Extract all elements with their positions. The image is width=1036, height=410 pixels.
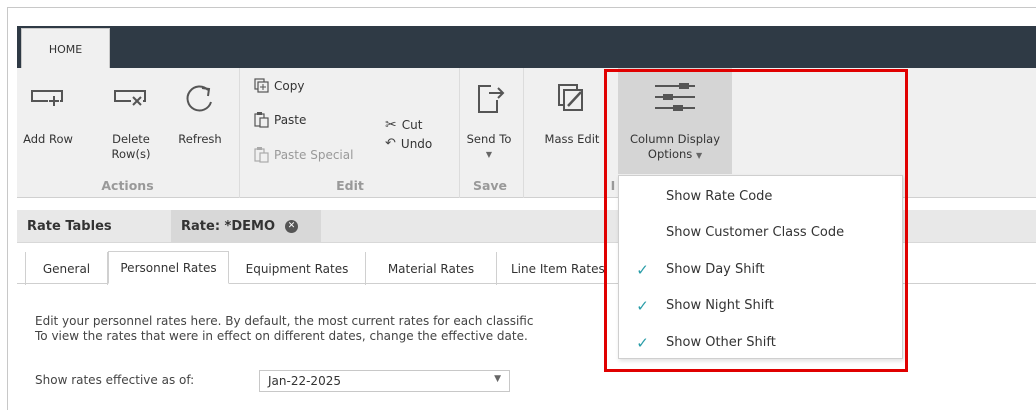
- undo-icon: ↶: [385, 136, 396, 151]
- subtab-personnel-rates[interactable]: Personnel Rates: [108, 251, 229, 284]
- subtab-general[interactable]: General: [25, 252, 108, 285]
- menu-item-label: Show Night Shift: [666, 298, 774, 313]
- menu-item-show-other-shift[interactable]: ✓ Show Other Shift: [619, 324, 902, 361]
- subtab-equipment-rates[interactable]: Equipment Rates: [229, 252, 366, 285]
- info-text-line-1: Edit your personnel rates here. By defau…: [35, 314, 534, 328]
- menu-item-label: Show Rate Code: [666, 189, 773, 204]
- paste-button[interactable]: Paste: [254, 111, 306, 128]
- paste-special-icon: [254, 147, 269, 163]
- tab-rate-tables[interactable]: Rate Tables: [17, 210, 171, 243]
- menu-item-label: Show Day Shift: [666, 262, 765, 277]
- undo-label: Undo: [400, 136, 433, 151]
- delete-rows-button[interactable]: Delete Row(s): [106, 82, 156, 162]
- close-icon[interactable]: ✕: [285, 220, 298, 233]
- mass-edit-icon: [558, 84, 583, 111]
- check-icon: ✓: [636, 296, 649, 315]
- ribbon-separator: [523, 68, 524, 198]
- sliders-icon: [655, 83, 695, 111]
- cut-label: Cut: [401, 118, 423, 132]
- delete-row-icon: [114, 90, 146, 106]
- delete-rows-label-2: Row(s): [111, 147, 151, 161]
- column-display-label-2: Options ▼: [647, 147, 703, 161]
- paste-label: Paste: [274, 112, 307, 127]
- effective-date-select[interactable]: Jan-22-2025 ▼: [259, 370, 510, 392]
- copy-button[interactable]: Copy: [254, 78, 304, 93]
- subtab-line-item-rates[interactable]: Line Item Rates: [497, 252, 618, 285]
- subtab-material-rates[interactable]: Material Rates: [366, 252, 497, 285]
- effective-date-value: Jan-22-2025: [268, 374, 341, 388]
- add-row-label: Add Row: [23, 132, 73, 146]
- check-icon: ✓: [636, 260, 649, 279]
- paste-special-label: Paste Special: [274, 147, 354, 162]
- menu-item-show-customer-class-code[interactable]: Show Customer Class Code: [619, 214, 902, 251]
- menu-item-label: Show Customer Class Code: [666, 225, 845, 240]
- mass-edit-label: Mass Edit: [544, 132, 600, 146]
- group-actions-label: Actions: [101, 178, 154, 193]
- add-row-icon: [31, 90, 63, 106]
- column-display-options-button[interactable]: Column Display Options ▼: [618, 80, 732, 163]
- group-edit-label: Edit: [336, 178, 364, 193]
- ribbon-tabstrip: [17, 26, 1036, 68]
- copy-icon: [254, 78, 269, 93]
- paste-special-button[interactable]: Paste Special: [254, 146, 353, 163]
- cut-button[interactable]: ✂ Cut: [385, 117, 422, 133]
- delete-rows-label-1: Delete: [112, 132, 150, 146]
- menu-item-show-rate-code[interactable]: Show Rate Code: [619, 178, 902, 215]
- send-to-icon: [478, 85, 505, 113]
- refresh-icon: [186, 85, 212, 112]
- chevron-down-icon: ▼: [695, 151, 703, 160]
- mass-edit-button[interactable]: Mass Edit: [540, 82, 604, 147]
- group-save-label: Save: [472, 178, 508, 193]
- send-to-label: Send To: [466, 132, 512, 146]
- menu-item-show-day-shift[interactable]: ✓ Show Day Shift: [619, 251, 902, 288]
- chevron-down-icon: ▼: [494, 374, 501, 384]
- menu-item-show-night-shift[interactable]: ✓ Show Night Shift: [619, 287, 902, 324]
- send-to-button[interactable]: Send To ▼: [462, 82, 516, 162]
- check-icon: ✓: [636, 333, 649, 352]
- scissors-icon: ✂: [385, 117, 397, 133]
- chevron-down-icon: ▼: [485, 150, 493, 159]
- undo-button[interactable]: ↶ Undo: [385, 136, 432, 151]
- tab-home[interactable]: HOME: [21, 28, 110, 69]
- menu-item-label: Show Other Shift: [666, 335, 776, 350]
- tab-rate-demo[interactable]: Rate: *DEMO ✕: [171, 210, 321, 243]
- paste-icon: [254, 112, 269, 128]
- copy-label: Copy: [274, 78, 305, 93]
- add-row-button[interactable]: Add Row: [20, 82, 76, 147]
- column-display-label-1: Column Display: [629, 132, 721, 146]
- refresh-button[interactable]: Refresh: [172, 82, 228, 147]
- column-display-dropdown: Show Rate Code Show Customer Class Code …: [618, 175, 903, 359]
- effective-date-label: Show rates effective as of:: [35, 373, 195, 387]
- refresh-label: Refresh: [178, 132, 222, 146]
- info-text-line-2: To view the rates that were in effect on…: [35, 329, 528, 343]
